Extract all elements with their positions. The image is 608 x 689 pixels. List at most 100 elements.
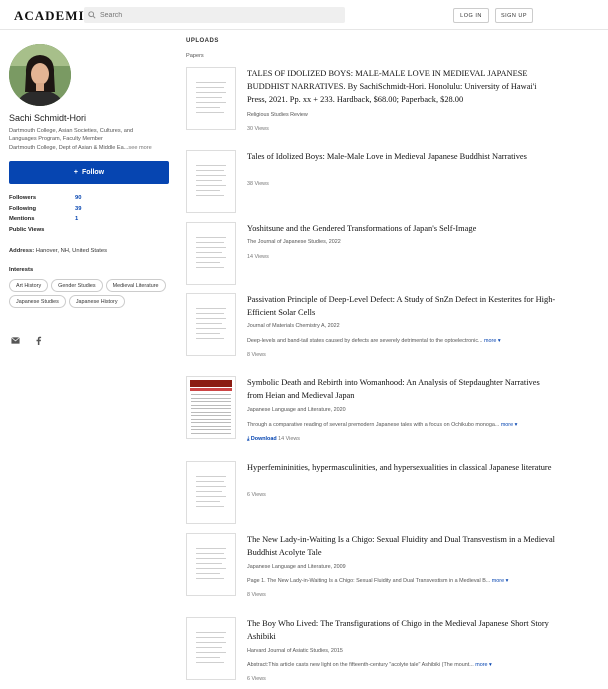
paper-journal: Harvard Journal of Asiatic Studies, 2015 [247, 648, 343, 654]
paper-thumbnail[interactable] [186, 222, 236, 285]
more-link[interactable]: more [484, 338, 496, 344]
thumbnail-line [196, 257, 226, 258]
download-icon[interactable]: ⤓ [247, 436, 249, 442]
follow-button[interactable]: + Follow [9, 161, 169, 184]
more-link[interactable]: more [475, 662, 487, 668]
interests-heading: Interests [9, 267, 34, 273]
paper-title[interactable]: TALES OF IDOLIZED BOYS: MALE-MALE LOVE I… [247, 67, 557, 106]
thumbnail-line [196, 107, 220, 108]
download-link[interactable]: Download [251, 436, 277, 442]
chevron-down-icon[interactable]: ▾ [513, 422, 518, 428]
thumbnail-line [196, 190, 220, 191]
more-link[interactable]: more [492, 578, 504, 584]
paper-abstract-text: Page 1. The New Lady-in-Waiting Is a Chi… [247, 578, 491, 584]
paper-abstract: Page 1. The New Lady-in-Waiting Is a Chi… [247, 578, 508, 584]
thumbnail-line [196, 262, 220, 263]
paper-views: 14 Views [247, 254, 269, 260]
avatar [9, 44, 71, 106]
thumbnail-line [191, 404, 231, 406]
paper-title[interactable]: The Boy Who Lived: The Transfigurations … [247, 617, 557, 643]
stat-value[interactable]: 90 [75, 195, 81, 201]
stat-label: Following [9, 205, 37, 212]
more-link[interactable]: more [501, 422, 513, 428]
stat-following[interactable]: Following 39 [9, 206, 109, 217]
paper-title[interactable]: Symbolic Death and Rebirth into Womanhoo… [247, 376, 557, 402]
thumbnail-line [196, 501, 220, 502]
thumbnail-line [196, 313, 224, 314]
thumbnail-line [191, 418, 231, 420]
social-links [11, 336, 43, 345]
paper-abstract-text: Through a comparative reading of several… [247, 422, 500, 428]
thumbnail-line [191, 394, 231, 395]
affiliation-primary: Dartmouth College, Asian Societies, Cult… [9, 128, 134, 142]
thumbnail-line [196, 82, 226, 83]
facebook-icon[interactable] [34, 336, 43, 345]
stat-followers[interactable]: Followers 90 [9, 195, 109, 206]
paper-title[interactable]: Tales of Idolized Boys: Male-Male Love i… [247, 150, 557, 163]
stat-value[interactable]: 39 [75, 206, 81, 212]
thumbnail-line [196, 185, 226, 186]
paper-thumbnail[interactable] [186, 376, 236, 439]
paper-thumbnail[interactable] [186, 293, 236, 356]
thumbnail-line [196, 662, 224, 663]
thumbnail-line [196, 308, 226, 309]
academia-logo[interactable]: ACADEMIA [14, 8, 95, 24]
thumbnail-line [191, 415, 231, 416]
paper-views: 38 Views [247, 181, 269, 187]
search-box[interactable] [84, 7, 345, 23]
thumbnail-line [196, 652, 226, 653]
thumbnail-line [196, 328, 226, 329]
email-icon[interactable] [11, 336, 20, 345]
interest-chip[interactable]: Japanese History [68, 295, 125, 308]
see-more-link[interactable]: see more [128, 145, 151, 151]
follow-label: Follow [81, 169, 105, 176]
chevron-down-icon[interactable]: ▾ [504, 578, 509, 584]
stat-public-views: Public Views [9, 227, 109, 238]
interest-chip[interactable]: Medieval Literature [105, 279, 166, 292]
thumbnail-line [196, 486, 226, 487]
paper-thumbnail[interactable] [186, 67, 236, 130]
chevron-down-icon[interactable]: ▾ [496, 338, 501, 344]
thumbnail-line [196, 642, 226, 643]
uploads-heading: UPLOADS [186, 38, 219, 44]
thumbnail-line [191, 411, 231, 413]
address-label: Address: [9, 248, 35, 254]
paper-thumbnail[interactable] [186, 150, 236, 213]
thumbnail-line [196, 333, 220, 334]
thumbnail-line [196, 237, 226, 238]
thumbnail-line [196, 506, 224, 507]
paper-abstract-text: Abstract:This article casts new light on… [247, 662, 474, 668]
search-input[interactable] [100, 11, 320, 19]
interests-list: Art History Gender Studies Medieval Lite… [9, 279, 169, 308]
thumbnail-line [196, 195, 224, 196]
paper-title[interactable]: Passivation Principle of Deep-Level Defe… [247, 293, 557, 319]
thumbnail-line [196, 568, 226, 569]
thumbnail-line [196, 476, 226, 477]
thumbnail-line [191, 401, 231, 402]
interest-chip[interactable]: Gender Studies [51, 279, 103, 292]
interest-chip[interactable]: Japanese Studies [9, 295, 66, 308]
paper-thumbnail[interactable] [186, 533, 236, 596]
paper-abstract: Through a comparative reading of several… [247, 422, 517, 428]
profile-stats: Followers 90 Following 39 Mentions 1 Pub… [9, 195, 109, 237]
stat-mentions[interactable]: Mentions 1 [9, 216, 109, 227]
paper-thumbnail[interactable] [186, 617, 236, 680]
paper-title[interactable]: Hyperfemininities, hypermasculinities, a… [247, 461, 557, 474]
thumbnail-line [196, 573, 220, 574]
paper-views: 30 Views [247, 126, 269, 132]
chevron-down-icon[interactable]: ▾ [488, 662, 492, 668]
thumbnail-line [196, 97, 222, 98]
thumbnail-line [196, 242, 224, 243]
stat-value[interactable]: 1 [75, 216, 78, 222]
interest-chip[interactable]: Art History [9, 279, 49, 292]
thumbnail-line [196, 247, 226, 248]
thumbnail-line [196, 165, 226, 166]
thumbnail-line [196, 338, 224, 339]
paper-views: 8 Views [247, 592, 266, 598]
paper-thumbnail[interactable] [186, 461, 236, 524]
thumbnail-line [191, 408, 231, 409]
paper-title[interactable]: The New Lady-in-Waiting Is a Chigo: Sexu… [247, 533, 557, 559]
signup-button[interactable]: SIGN UP [495, 8, 533, 23]
paper-title[interactable]: Yoshitsune and the Gendered Transformati… [247, 222, 557, 235]
login-button[interactable]: LOG IN [453, 8, 489, 23]
